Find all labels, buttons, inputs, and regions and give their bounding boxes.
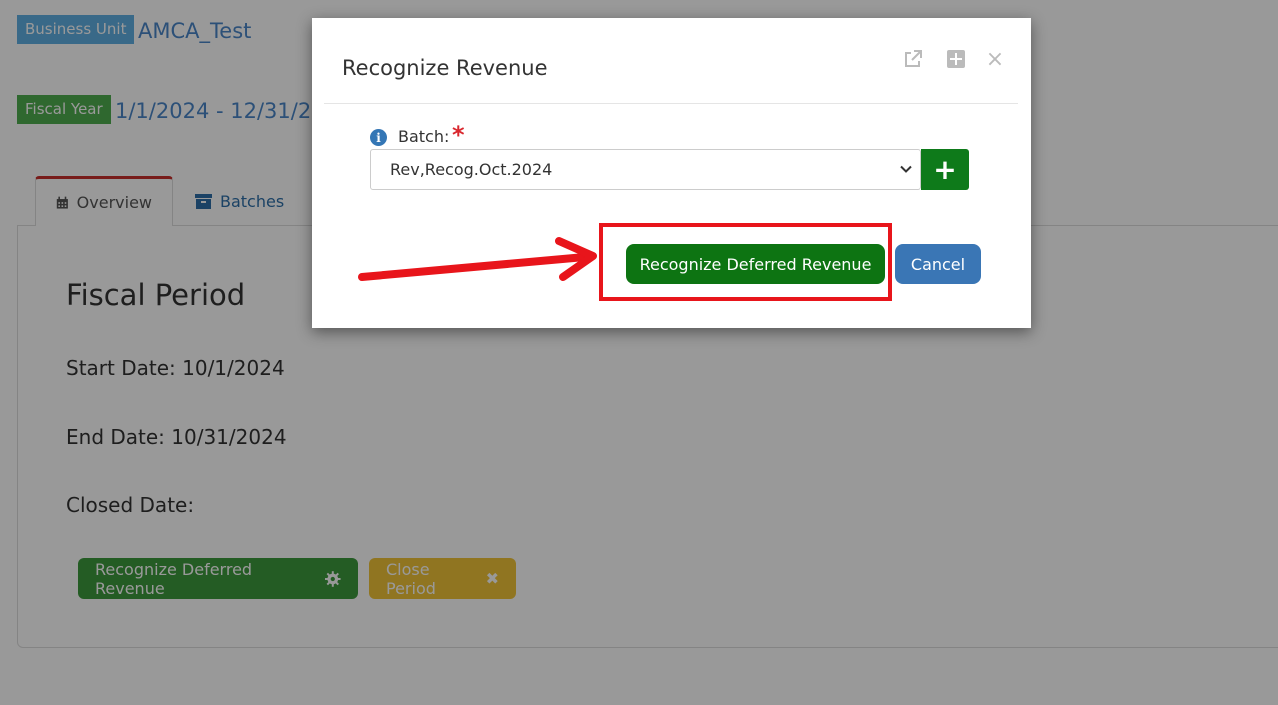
external-link-icon[interactable] — [902, 48, 924, 70]
modal-divider — [324, 103, 1018, 104]
batch-select-value: Rev,Recog.Oct.2024 — [390, 160, 553, 179]
info-icon[interactable]: i — [370, 129, 387, 146]
chevron-down-icon — [900, 165, 912, 173]
batch-label: Batch: — [398, 127, 450, 146]
required-marker: * — [452, 121, 465, 149]
add-batch-button[interactable]: + — [921, 149, 969, 190]
maximize-icon[interactable] — [945, 48, 967, 70]
red-arrow-annotation — [358, 237, 597, 281]
plus-icon: + — [933, 153, 957, 186]
close-icon[interactable]: × — [984, 47, 1006, 72]
batch-select[interactable]: Rev,Recog.Oct.2024 — [370, 149, 921, 190]
modal-title: Recognize Revenue — [342, 56, 548, 80]
cancel-button[interactable]: Cancel — [895, 244, 981, 284]
highlight-box — [599, 223, 892, 301]
